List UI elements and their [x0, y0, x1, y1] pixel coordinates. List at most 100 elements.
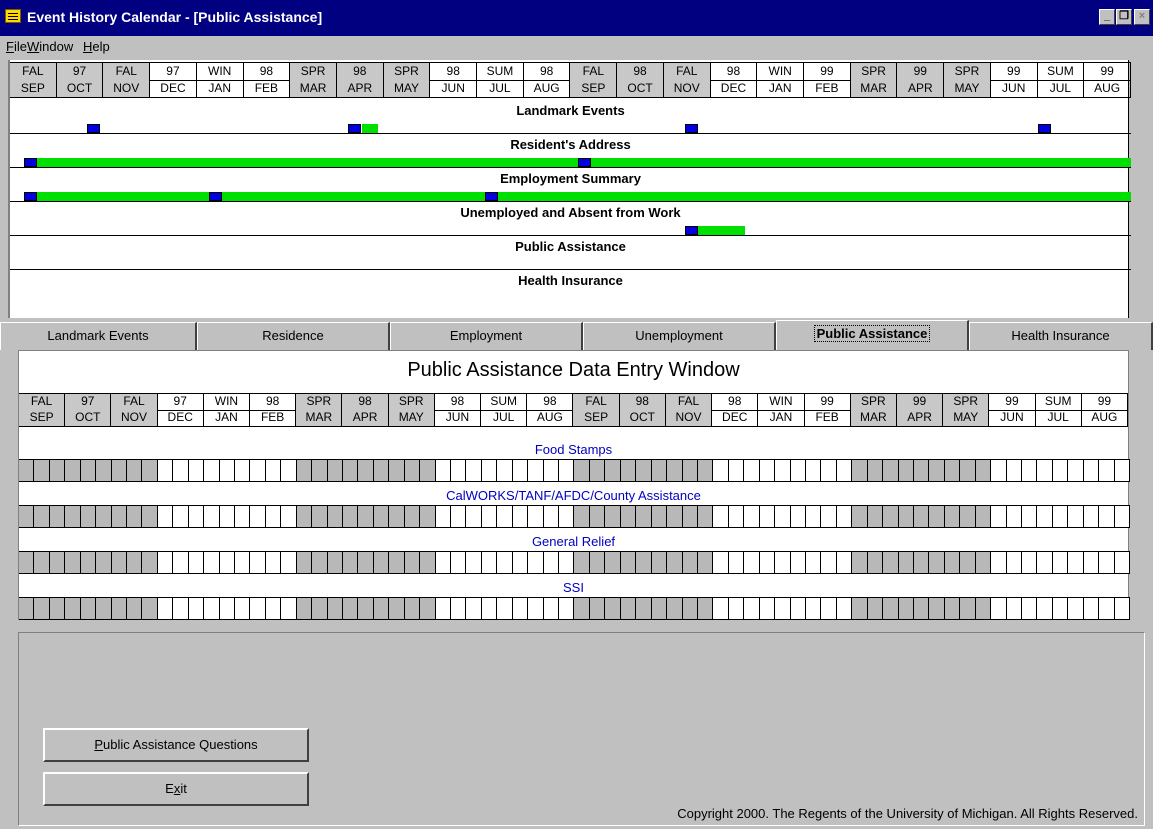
month-checkbox[interactable]	[96, 598, 112, 620]
month-checkbox[interactable]	[528, 552, 544, 574]
month-checkbox[interactable]	[219, 460, 236, 482]
residence-marker[interactable]	[578, 158, 591, 167]
menu-help[interactable]: Help	[83, 39, 110, 54]
month-checkbox[interactable]	[49, 460, 66, 482]
month-checkbox[interactable]	[1068, 506, 1084, 528]
month-checkbox[interactable]	[898, 552, 914, 574]
event-marker[interactable]	[87, 124, 100, 133]
month-checkbox[interactable]	[605, 598, 621, 620]
month-checkbox[interactable]	[111, 598, 127, 620]
month-checkbox[interactable]	[296, 506, 313, 528]
month-checkbox[interactable]	[944, 460, 961, 482]
month-checkbox[interactable]	[883, 506, 899, 528]
month-checkbox[interactable]	[512, 598, 529, 620]
month-checkbox[interactable]	[944, 506, 961, 528]
month-checkbox[interactable]	[265, 460, 282, 482]
month-checkbox[interactable]	[65, 598, 81, 620]
month-checkbox[interactable]	[728, 552, 745, 574]
general-relief-checkboxes[interactable]	[19, 551, 1130, 574]
employment-bar[interactable]	[24, 192, 1131, 201]
month-checkbox[interactable]	[157, 598, 174, 620]
month-checkbox[interactable]	[852, 460, 868, 482]
employment-marker[interactable]	[24, 192, 37, 201]
month-checkbox[interactable]	[1083, 506, 1100, 528]
month-checkbox[interactable]	[1021, 552, 1038, 574]
month-checkbox[interactable]	[451, 598, 467, 620]
month-checkbox[interactable]	[19, 506, 35, 528]
month-checkbox[interactable]	[651, 506, 668, 528]
month-checkbox[interactable]	[497, 598, 513, 620]
month-checkbox[interactable]	[559, 552, 575, 574]
month-checkbox[interactable]	[975, 598, 992, 620]
month-checkbox[interactable]	[713, 598, 729, 620]
month-checkbox[interactable]	[420, 552, 436, 574]
month-checkbox[interactable]	[65, 460, 81, 482]
month-checkbox[interactable]	[929, 598, 945, 620]
month-checkbox[interactable]	[805, 552, 822, 574]
month-checkbox[interactable]	[157, 506, 174, 528]
section-public-assistance[interactable]: Public Assistance	[10, 236, 1131, 270]
month-checkbox[interactable]	[852, 552, 868, 574]
month-checkbox[interactable]	[960, 460, 976, 482]
public-assistance-questions-button[interactable]: Public Assistance Questions	[43, 728, 309, 762]
month-checkbox[interactable]	[775, 460, 791, 482]
employment-marker[interactable]	[485, 192, 498, 201]
month-checkbox[interactable]	[188, 460, 205, 482]
month-checkbox[interactable]	[157, 552, 174, 574]
month-checkbox[interactable]	[805, 506, 822, 528]
minimize-button[interactable]: _	[1099, 9, 1115, 25]
month-checkbox[interactable]	[574, 460, 590, 482]
month-checkbox[interactable]	[1099, 598, 1115, 620]
month-checkbox[interactable]	[389, 598, 405, 620]
month-checkbox[interactable]	[358, 598, 374, 620]
tab-residence[interactable]: Residence	[197, 322, 390, 350]
month-checkbox[interactable]	[528, 460, 544, 482]
month-checkbox[interactable]	[605, 506, 621, 528]
unemployment-marker[interactable]	[685, 226, 698, 235]
month-checkbox[interactable]	[867, 460, 884, 482]
month-checkbox[interactable]	[1037, 598, 1053, 620]
month-checkbox[interactable]	[1037, 506, 1053, 528]
month-checkbox[interactable]	[235, 552, 251, 574]
month-checkbox[interactable]	[697, 460, 714, 482]
month-checkbox[interactable]	[512, 506, 529, 528]
month-checkbox[interactable]	[636, 598, 652, 620]
month-checkbox[interactable]	[589, 552, 606, 574]
month-checkbox[interactable]	[682, 598, 698, 620]
month-checkbox[interactable]	[173, 552, 189, 574]
month-checkbox[interactable]	[975, 552, 992, 574]
menu-window[interactable]: Window	[27, 39, 73, 54]
month-checkbox[interactable]	[49, 552, 66, 574]
month-checkbox[interactable]	[265, 506, 282, 528]
month-checkbox[interactable]	[343, 460, 359, 482]
month-checkbox[interactable]	[127, 460, 143, 482]
month-checkbox[interactable]	[620, 598, 637, 620]
month-checkbox[interactable]	[667, 506, 683, 528]
month-checkbox[interactable]	[373, 460, 390, 482]
month-checkbox[interactable]	[559, 506, 575, 528]
month-checkbox[interactable]	[759, 552, 776, 574]
month-checkbox[interactable]	[142, 552, 158, 574]
month-checkbox[interactable]	[19, 598, 35, 620]
month-checkbox[interactable]	[728, 506, 745, 528]
month-checkbox[interactable]	[327, 598, 344, 620]
month-checkbox[interactable]	[713, 552, 729, 574]
month-checkbox[interactable]	[127, 598, 143, 620]
month-checkbox[interactable]	[343, 552, 359, 574]
month-checkbox[interactable]	[1083, 460, 1100, 482]
month-checkbox[interactable]	[1006, 506, 1022, 528]
month-checkbox[interactable]	[296, 598, 313, 620]
month-checkbox[interactable]	[651, 598, 668, 620]
month-checkbox[interactable]	[111, 552, 127, 574]
month-checkbox[interactable]	[420, 506, 436, 528]
month-checkbox[interactable]	[512, 460, 529, 482]
month-checkbox[interactable]	[1099, 506, 1115, 528]
month-checkbox[interactable]	[944, 598, 961, 620]
month-checkbox[interactable]	[744, 598, 760, 620]
month-checkbox[interactable]	[883, 460, 899, 482]
month-checkbox[interactable]	[1099, 460, 1115, 482]
month-checkbox[interactable]	[1068, 552, 1084, 574]
month-checkbox[interactable]	[373, 506, 390, 528]
month-checkbox[interactable]	[697, 552, 714, 574]
month-checkbox[interactable]	[836, 506, 853, 528]
